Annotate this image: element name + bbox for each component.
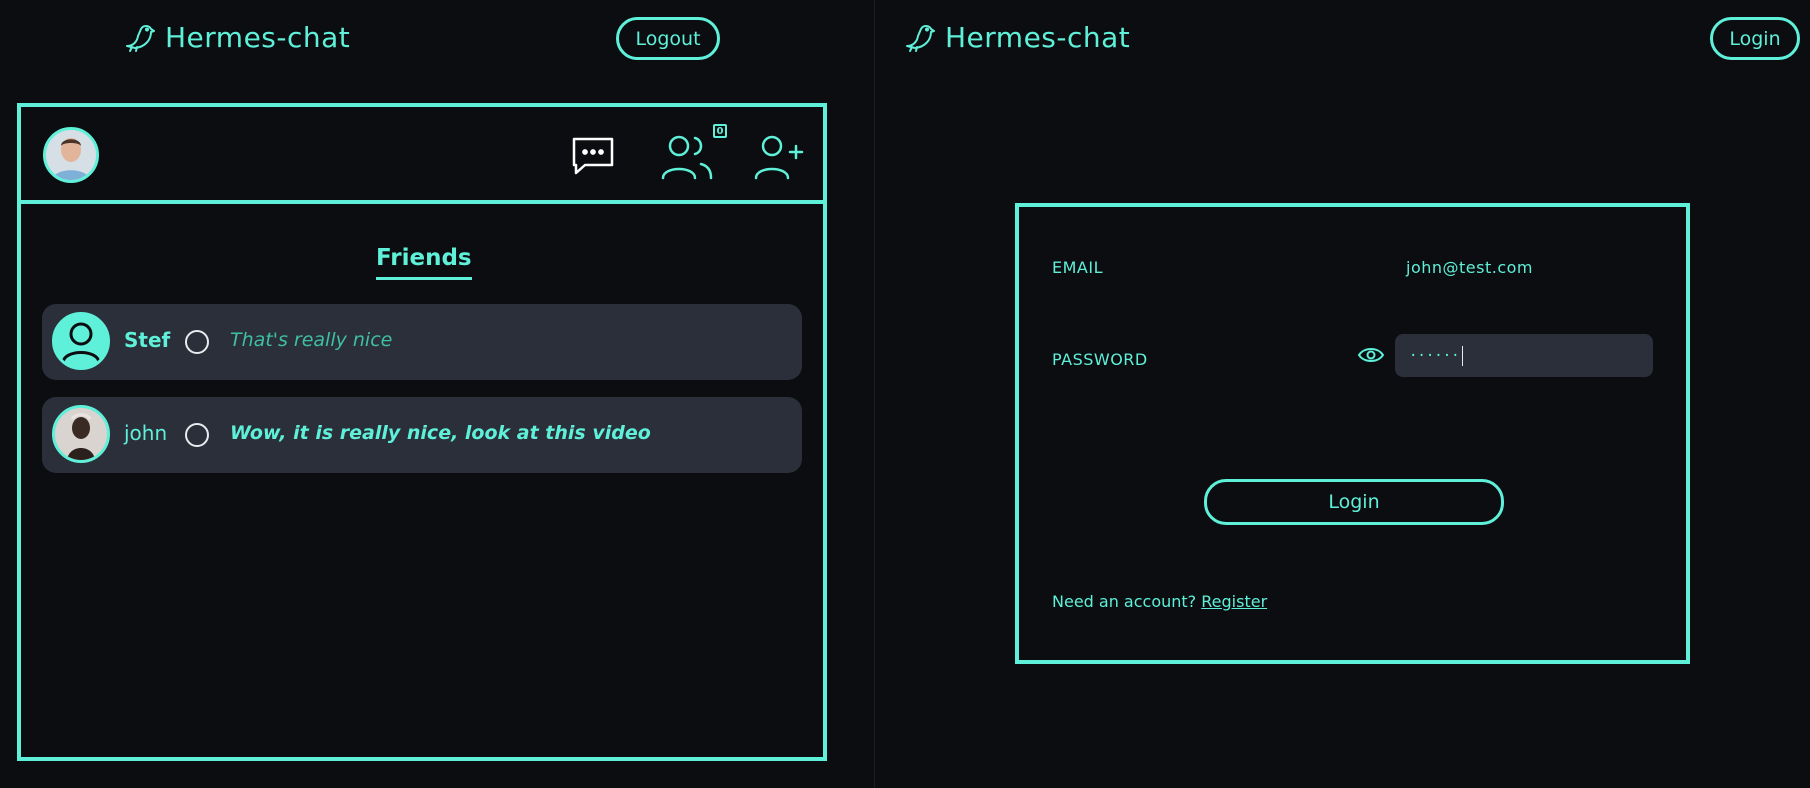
bird-logo-icon <box>906 25 935 52</box>
tab-friends[interactable]: Friends <box>376 245 472 280</box>
user-avatar[interactable] <box>43 127 99 183</box>
friend-row-stef[interactable]: Stef That's really nice <box>42 304 802 380</box>
person-placeholder-icon <box>61 322 101 364</box>
login-submit-button[interactable]: Login <box>1204 479 1504 525</box>
login-nav-button[interactable]: Login <box>1710 17 1800 60</box>
friend-requests-icon[interactable] <box>661 134 715 180</box>
brand-name: Hermes-chat <box>945 20 1131 54</box>
status-indicator <box>185 330 209 354</box>
login-panel: EMAIL john@test.com PASSWORD ······ Logi… <box>1015 203 1690 664</box>
brand-left[interactable]: Hermes-chat <box>123 20 350 54</box>
friend-name: Stef <box>124 328 171 352</box>
user-photo-icon <box>46 130 96 180</box>
chat-panel-header: 0 <box>21 107 823 204</box>
password-label: PASSWORD <box>1052 350 1148 369</box>
password-value: ······ <box>1409 347 1460 364</box>
screen: Hermes-chat Logout 0 Friends Stef That's… <box>0 0 1810 788</box>
need-account-text: Need an account? <box>1052 592 1197 611</box>
messages-icon[interactable] <box>571 135 615 177</box>
text-caret <box>1461 345 1463 366</box>
register-link[interactable]: Register <box>1201 592 1267 611</box>
brand-right[interactable]: Hermes-chat <box>903 20 1130 54</box>
email-field[interactable]: john@test.com <box>1406 258 1533 277</box>
logout-button[interactable]: Logout <box>616 17 720 60</box>
divider <box>874 0 875 788</box>
register-prompt: Need an account? Register <box>1052 592 1267 611</box>
status-indicator <box>185 423 209 447</box>
friend-photo-icon <box>55 408 107 460</box>
password-field[interactable]: ······ <box>1395 334 1653 377</box>
friend-avatar <box>52 312 110 370</box>
eye-icon[interactable] <box>1357 345 1385 365</box>
bird-logo-icon <box>126 25 155 52</box>
last-message: That's really nice <box>230 329 393 351</box>
last-message: Wow, it is really nice, look at this vid… <box>230 422 651 444</box>
friend-avatar <box>52 405 110 463</box>
friend-row-john[interactable]: john Wow, it is really nice, look at thi… <box>42 397 802 473</box>
friend-requests-badge: 0 <box>713 124 727 138</box>
add-friend-icon[interactable] <box>754 134 806 180</box>
friend-name: john <box>124 421 168 445</box>
brand-name: Hermes-chat <box>165 20 351 54</box>
email-label: EMAIL <box>1052 258 1103 277</box>
